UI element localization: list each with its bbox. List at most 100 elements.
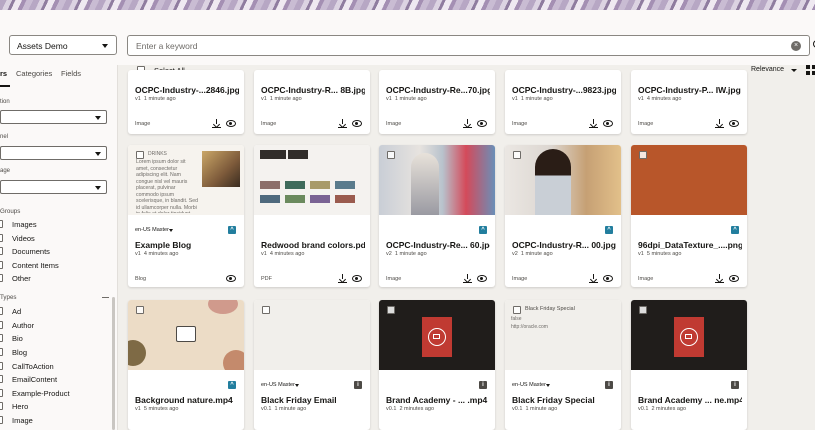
group-documents[interactable]: Documents [0,247,110,257]
asset-title[interactable]: Brand Academy ... ne.mp4 [638,395,742,405]
asset-thumbnail[interactable] [379,300,495,370]
asset-checkbox[interactable] [262,306,270,314]
asset-card[interactable]: OCPC-Industry-...2846.jpg v1 1 minute ag… [128,70,244,134]
asset-thumbnail[interactable]: Black Friday Special false http://oracle… [505,300,621,370]
asset-title[interactable]: OCPC-Industry-Re... 60.jpg [386,240,490,250]
asset-thumbnail[interactable] [254,145,370,215]
download-icon[interactable] [715,274,724,283]
type-blog[interactable]: Blog [0,348,110,358]
checkbox[interactable] [0,375,3,383]
group-videos[interactable]: Videos [0,234,110,244]
asset-title[interactable]: OCPC-Industry-P... IW.jpg [638,85,742,95]
asset-thumbnail[interactable] [379,145,495,215]
preview-icon[interactable] [226,275,236,282]
checkbox[interactable] [0,362,3,370]
asset-thumbnail[interactable] [254,300,370,370]
search-input[interactable] [136,39,776,53]
asset-card[interactable]: ^ OCPC-Industry-R... 00.jpg v2 1 minute … [505,145,621,287]
asset-card[interactable]: Redwood brand colors.pdf v1 4 minutes ag… [254,145,370,287]
download-icon[interactable] [338,274,347,283]
asset-card[interactable]: DRINKS Lorem ipsum dolor sit amet, conse… [128,145,244,287]
download-icon[interactable] [589,274,598,283]
group-other[interactable]: Other [0,274,110,284]
asset-thumbnail[interactable] [631,300,747,370]
preview-icon[interactable] [477,120,487,127]
checkbox[interactable] [0,220,3,228]
asset-checkbox[interactable] [387,306,395,314]
preview-icon[interactable] [352,275,362,282]
preview-icon[interactable] [477,275,487,282]
asset-card[interactable]: ^ 96dpi_DataTexture_....png v1 5 minutes… [631,145,747,287]
checkbox[interactable] [0,348,3,356]
asset-card[interactable]: en-US Master i Black Friday Email v0.1 1… [254,300,370,430]
checkbox[interactable] [0,274,3,282]
checkbox[interactable] [0,416,3,424]
asset-card[interactable]: i Brand Academy - ... .mp4 v0.1 2 minute… [379,300,495,430]
asset-card[interactable]: OCPC-Industry-...9823.jpg v1 1 minute ag… [505,70,621,134]
checkbox[interactable] [0,402,3,410]
asset-title[interactable]: Background nature.mp4 [135,395,239,405]
asset-thumbnail[interactable] [505,145,621,215]
collapse-icon[interactable] [102,297,109,298]
clear-icon[interactable]: × [791,41,801,51]
checkbox[interactable] [0,234,3,242]
asset-title[interactable]: Black Friday Special [512,395,616,405]
tab-filters[interactable]: rs [0,69,7,78]
tab-fields[interactable]: Fields [61,69,81,78]
preview-icon[interactable] [729,275,739,282]
asset-title[interactable]: OCPC-Industry-...9823.jpg [512,85,616,95]
asset-title[interactable]: OCPC-Industry-R... 00.jpg [512,240,616,250]
language-menu[interactable]: en-US Master [135,227,173,233]
download-icon[interactable] [212,119,221,128]
preview-icon[interactable] [603,275,613,282]
type-bio[interactable]: Bio [0,334,110,344]
asset-title[interactable]: 96dpi_DataTexture_....png [638,240,742,250]
preview-icon[interactable] [603,120,613,127]
asset-thumbnail[interactable]: DRINKS Lorem ipsum dolor sit amet, conse… [128,145,244,215]
preview-icon[interactable] [729,120,739,127]
type-example-product[interactable]: Example-Product [0,389,110,399]
download-icon[interactable] [463,274,472,283]
asset-title[interactable]: OCPC-Industry-...2846.jpg [135,85,239,95]
type-image[interactable]: Image [0,416,110,426]
language-menu[interactable]: en-US Master [261,382,299,388]
language-select[interactable] [0,180,107,194]
asset-card[interactable]: ^ Background nature.mp4 v1 5 minutes ago [128,300,244,430]
tab-categories[interactable]: Categories [16,69,52,78]
asset-card[interactable]: OCPC-Industry-R... 8B.jpg v1 1 minute ag… [254,70,370,134]
asset-card[interactable]: ^ OCPC-Industry-Re... 60.jpg v2 1 minute… [379,145,495,287]
group-content-items[interactable]: Content Items [0,261,110,271]
sidebar-scrollbar[interactable] [112,297,115,430]
collection-select[interactable] [0,110,107,124]
asset-checkbox[interactable] [513,151,521,159]
preview-icon[interactable] [226,120,236,127]
download-icon[interactable] [715,119,724,128]
asset-title[interactable]: OCPC-Industry-Re...70.jpg [386,85,490,95]
asset-title[interactable]: Example Blog [135,240,239,250]
asset-card[interactable]: OCPC-Industry-Re...70.jpg v1 1 minute ag… [379,70,495,134]
asset-card[interactable]: i Brand Academy ... ne.mp4 v0.1 2 minute… [631,300,747,430]
checkbox[interactable] [0,321,3,329]
type-author[interactable]: Author [0,321,110,331]
checkbox[interactable] [0,261,3,269]
asset-card[interactable]: OCPC-Industry-P... IW.jpg v1 4 minutes a… [631,70,747,134]
asset-card[interactable]: Black Friday Special false http://oracle… [505,300,621,430]
checkbox[interactable] [0,247,3,255]
type-ad[interactable]: Ad [0,307,110,317]
asset-checkbox[interactable] [513,306,521,314]
repository-select[interactable]: Assets Demo [9,35,117,55]
asset-title[interactable]: OCPC-Industry-R... 8B.jpg [261,85,365,95]
type-emailcontent[interactable]: EmailContent [0,375,110,385]
checkbox[interactable] [0,334,3,342]
asset-thumbnail[interactable] [631,145,747,215]
asset-checkbox[interactable] [639,306,647,314]
download-icon[interactable] [463,119,472,128]
asset-title[interactable]: Black Friday Email [261,395,365,405]
asset-thumbnail[interactable] [128,300,244,370]
sort-select[interactable]: Relevance [751,66,797,73]
type-calltoaction[interactable]: CallToAction [0,362,110,372]
download-icon[interactable] [338,119,347,128]
group-images[interactable]: Images [0,220,110,230]
asset-title[interactable]: Redwood brand colors.pdf [261,240,365,250]
asset-checkbox[interactable] [136,306,144,314]
